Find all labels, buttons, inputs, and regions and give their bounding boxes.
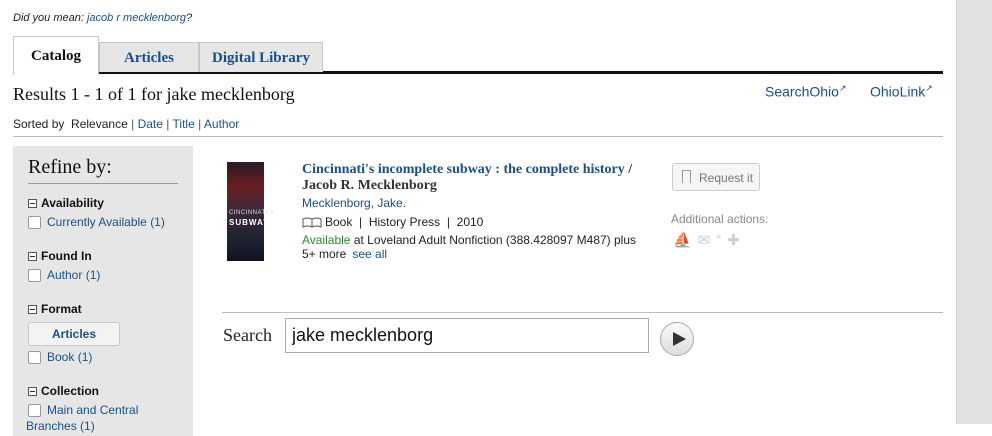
tab-catalog[interactable]: Catalog <box>13 36 99 75</box>
suggestion-link[interactable]: jacob r mecklenborg <box>87 12 186 24</box>
book-cover[interactable]: CINCINNATI'S SUBWAY <box>227 162 274 261</box>
facet-heading-label: Format <box>41 302 82 316</box>
sort-separator: | <box>198 117 202 131</box>
facet-count: (1) <box>80 419 95 433</box>
ohiolink-link[interactable]: OhioLink↗ <box>870 83 933 100</box>
cover-text: CINCINNATI'S <box>229 210 275 216</box>
did-you-mean: Did you mean: jacob r mecklenborg? <box>13 12 192 24</box>
collapse-icon[interactable] <box>28 252 37 262</box>
facet-option-continuation[interactable]: Branches (1) <box>26 419 95 433</box>
facet-option-label: Branches <box>26 419 77 433</box>
meta-separator: | <box>446 215 450 229</box>
sort-date-link[interactable]: Date <box>138 117 163 131</box>
facet-option-label: Author <box>47 268 83 282</box>
checkbox[interactable] <box>28 404 41 418</box>
facet-heading-label: Availability <box>41 196 104 210</box>
results-title: Results 1 - 1 of 1 for jake mecklenborg <box>13 84 295 104</box>
book-icon <box>302 217 322 229</box>
record-format: Book <box>325 215 353 229</box>
record-author-link[interactable]: Mecklenborg, Jake. <box>302 196 406 210</box>
cite-icon[interactable]: “ <box>716 232 727 249</box>
additional-actions-icons: ⛵✉“✚ <box>673 231 746 249</box>
external-link-icon: ↗ <box>925 83 933 93</box>
checkbox[interactable] <box>28 216 41 230</box>
request-it-button[interactable]: Request it <box>672 163 760 191</box>
search-label: Search <box>223 325 272 345</box>
facet-found-in-heading[interactable]: Found In <box>28 249 92 263</box>
bookmark-icon <box>682 170 691 183</box>
checkbox[interactable] <box>28 269 41 283</box>
sort-bar: Sorted by Relevance | Date | Title | Aut… <box>13 117 239 131</box>
record-title-link[interactable]: Cincinnati's incomplete subway : the com… <box>302 162 652 194</box>
facet-collection-heading[interactable]: Collection <box>28 384 99 398</box>
search-input[interactable] <box>285 318 649 353</box>
tab-digital-library[interactable]: Digital Library <box>199 42 323 72</box>
collapse-icon[interactable] <box>28 199 37 209</box>
record-title: Cincinnati's incomplete subway : the com… <box>302 162 625 177</box>
sort-author-link[interactable]: Author <box>204 117 239 131</box>
tab-bar: Catalog Articles Digital Library <box>13 36 943 75</box>
refine-sidebar: Refine by: Availability Currently Availa… <box>13 146 193 436</box>
facet-heading-label: Collection <box>41 384 100 398</box>
facet-availability-heading[interactable]: Availability <box>28 196 104 210</box>
email-icon[interactable]: ✉ <box>698 232 717 249</box>
record-meta: Book | History Press | 2010 <box>302 215 483 229</box>
see-all-link[interactable]: see all <box>352 247 387 261</box>
divider <box>28 183 178 184</box>
tab-articles[interactable]: Articles <box>99 42 199 72</box>
request-it-label: Request it <box>699 171 754 185</box>
add-icon[interactable]: ✚ <box>727 232 746 249</box>
sort-label: Sorted by <box>13 117 65 131</box>
collapse-icon[interactable] <box>28 305 37 315</box>
format-articles-button[interactable]: Articles <box>28 322 120 346</box>
additional-actions-label: Additional actions: <box>671 212 769 226</box>
cover-text: SUBWAY <box>229 218 270 227</box>
facet-heading-label: Found In <box>41 249 92 263</box>
search-submit-button[interactable] <box>660 322 694 356</box>
sort-current: Relevance <box>71 117 128 131</box>
availability-status: Available <box>302 233 351 247</box>
divider <box>13 136 943 137</box>
scrollbar[interactable] <box>956 0 992 424</box>
sort-separator: | <box>166 117 170 131</box>
checkbox[interactable] <box>28 351 41 365</box>
basket-icon[interactable]: ⛵ <box>673 232 698 249</box>
facet-format-heading[interactable]: Format <box>28 302 82 316</box>
record-publisher: History Press <box>368 215 441 229</box>
divider <box>222 312 943 313</box>
facet-option-currently-available[interactable]: Currently Available (1) <box>28 215 165 230</box>
did-you-mean-suffix: ? <box>186 12 193 24</box>
record-year: 2010 <box>456 215 484 229</box>
facet-option-label: Main and Central <box>47 403 139 417</box>
sort-title-link[interactable]: Title <box>173 117 195 131</box>
external-link-icon: ↗ <box>838 83 847 93</box>
facet-option-book[interactable]: Book (1) <box>28 350 93 365</box>
ohiolink-label: OhioLink <box>870 83 926 100</box>
play-icon <box>673 332 686 346</box>
facet-count: (1) <box>77 350 93 364</box>
facet-option-main-and-central[interactable]: Main and Central <box>28 403 139 418</box>
sort-separator: | <box>131 117 135 131</box>
refine-title: Refine by: <box>28 156 112 178</box>
facet-count: (1) <box>150 215 165 229</box>
record-availability: Available at Loveland Adult Nonfiction (… <box>302 233 647 261</box>
facet-count: (1) <box>85 268 101 282</box>
did-you-mean-label: Did you mean: <box>13 12 87 24</box>
facet-option-label: Book <box>47 350 75 364</box>
meta-separator: | <box>359 215 363 229</box>
searchohio-link[interactable]: SearchOhio↗ <box>765 83 846 100</box>
facet-option-author[interactable]: Author (1) <box>28 268 101 283</box>
searchohio-label: SearchOhio <box>765 83 839 100</box>
facet-option-label: Currently Available <box>47 215 147 229</box>
collapse-icon[interactable] <box>28 387 37 397</box>
